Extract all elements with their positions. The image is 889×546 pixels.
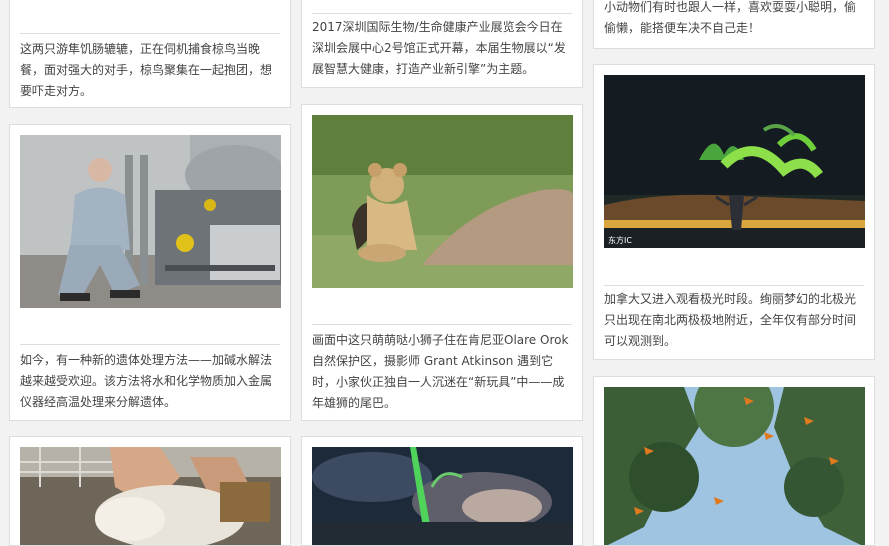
news-card-6[interactable]: 东方IC 加拿大又进入观看极光时段。绚丽梦幻的北极光只出现在南北两极极地附近，全… [593,64,875,360]
card-image[interactable] [604,387,865,545]
card-caption: 画面中这只萌萌哒小狮子住在肯尼亚Olare Orok自然保护区，摄影师 Gran… [312,333,569,410]
card-divider [312,13,572,14]
news-card-5[interactable]: 画面中这只萌萌哒小狮子住在肯尼亚Olare Orok自然保护区，摄影师 Gran… [301,104,583,421]
card-image[interactable] [312,447,573,545]
card-caption: 小动物们有时也跟人一样，喜欢耍耍小聪明，偷偷懒，能搭便车决不自己走！ [604,0,857,35]
news-card-9[interactable] [593,376,875,546]
news-card-4[interactable]: 如今，有一种新的遗体处理方法——加碱水解法越来越受欢迎。该方法将水和化学物质加入… [9,124,291,421]
card-image[interactable] [20,447,281,545]
card-caption: 加拿大又进入观看极光时段。绚丽梦幻的北极光只出现在南北两极极地附近，全年仅有部分… [604,292,857,348]
card-image[interactable]: 东方IC [604,75,865,248]
image-watermark: 东方IC [608,236,632,245]
news-card-7[interactable] [9,436,291,546]
card-caption: 2017深圳国际生物/生命健康产业展览会今日在深圳会展中心2号馆正式开幕，本届生… [312,20,566,76]
news-card-2[interactable]: 2017深圳国际生物/生命健康产业展览会今日在深圳会展中心2号馆正式开幕，本届生… [301,0,583,88]
card-divider [604,285,864,286]
card-caption: 这两只游隼饥肠辘辘，正在伺机捕食椋鸟当晚餐，面对强大的对手，椋鸟聚集在一起抱团，… [20,42,273,98]
card-divider [20,33,280,34]
news-card-8[interactable] [301,436,583,546]
card-divider [312,324,572,325]
news-card-1[interactable]: 这两只游隼饥肠辘辘，正在伺机捕食椋鸟当晚餐，面对强大的对手，椋鸟聚集在一起抱团，… [9,0,291,108]
card-image[interactable] [312,115,573,288]
news-card-3[interactable]: 小动物们有时也跟人一样，喜欢耍耍小聪明，偷偷懒，能搭便车决不自己走！ [593,0,875,49]
card-caption: 如今，有一种新的遗体处理方法——加碱水解法越来越受欢迎。该方法将水和化学物质加入… [20,353,273,409]
card-divider [20,344,280,345]
card-image[interactable] [20,135,281,308]
